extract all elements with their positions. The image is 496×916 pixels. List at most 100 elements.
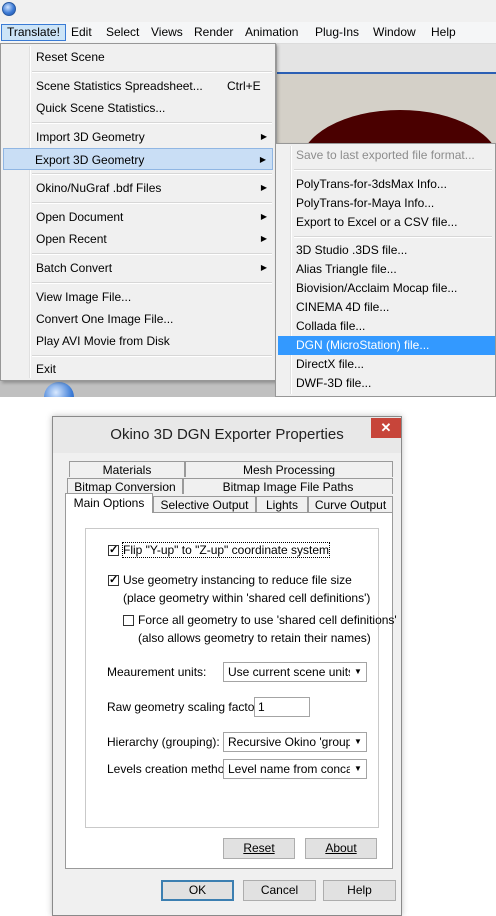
menu-translate[interactable]: Translate! — [1, 24, 66, 41]
menu-item-export-3d[interactable]: Export 3D Geometry ▶ — [3, 148, 273, 170]
shortcut-label: Ctrl+E — [227, 79, 261, 93]
toolbar-strip — [277, 44, 496, 73]
menu-item-label: Export to Excel or a CSV file... — [296, 215, 458, 229]
menu-item-import-3d[interactable]: Import 3D Geometry ▶ — [3, 126, 273, 148]
tab-selective-output[interactable]: Selective Output — [153, 496, 256, 512]
menu-item-batch-convert[interactable]: Batch Convert ▶ — [3, 257, 273, 279]
about-button[interactable]: About — [305, 838, 377, 859]
menu-item-label: CINEMA 4D file... — [296, 300, 390, 314]
hierarchy-label: Hierarchy (grouping): — [107, 735, 220, 749]
submenu-item-alias-triangle[interactable]: Alias Triangle file... — [278, 260, 495, 279]
units-label: Meaurement units: — [107, 665, 207, 679]
flip-yz-label[interactable]: Flip "Y-up" to "Z-up" coordinate system — [121, 542, 331, 558]
force-shared-note: (also allows geometry to retain their na… — [138, 631, 371, 645]
ok-button[interactable]: OK — [161, 880, 234, 901]
units-value: Use current scene units (i — [228, 665, 350, 679]
submenu-item-biovision[interactable]: Biovision/Acclaim Mocap file... — [278, 279, 495, 298]
instancing-checkbox[interactable] — [108, 573, 119, 586]
export-submenu: Save to last exported file format... Pol… — [275, 143, 496, 397]
menu-item-label: Exit — [36, 362, 57, 376]
menu-edit[interactable]: Edit — [66, 24, 97, 41]
units-select[interactable]: Use current scene units (i ▼ — [223, 662, 367, 682]
submenu-item-cinema4d[interactable]: CINEMA 4D file... — [278, 298, 495, 317]
menu-item-label: Alias Triangle file... — [296, 262, 397, 276]
menu-item-view-image[interactable]: View Image File... — [3, 286, 273, 308]
menu-separator — [32, 282, 272, 284]
submenu-item-polytrans-3dsmax[interactable]: PolyTrans-for-3dsMax Info... — [278, 175, 495, 194]
submenu-item-3ds[interactable]: 3D Studio .3DS file... — [278, 241, 495, 260]
menu-item-open-recent[interactable]: Open Recent ▶ — [3, 228, 273, 250]
menubar: Translate! Edit Select Views Render Anim… — [0, 22, 496, 44]
instancing-label[interactable]: Use geometry instancing to reduce file s… — [123, 573, 352, 587]
submenu-item-collada[interactable]: Collada file... — [278, 317, 495, 336]
reset-button[interactable]: Reset — [223, 838, 295, 859]
menu-item-reset-scene[interactable]: Reset Scene — [3, 46, 273, 68]
menu-item-label: Save to last exported file format... — [296, 148, 475, 162]
dgn-exporter-dialog: Okino 3D DGN Exporter Properties ✕ Mater… — [52, 416, 402, 916]
submenu-item-polytrans-maya[interactable]: PolyTrans-for-Maya Info... — [278, 194, 495, 213]
dialog-title: Okino 3D DGN Exporter Properties — [110, 426, 344, 443]
tab-bitmap-paths[interactable]: Bitmap Image File Paths — [183, 478, 393, 494]
tab-curve-output[interactable]: Curve Output — [308, 496, 393, 512]
menu-separator — [32, 355, 272, 357]
menu-item-play-avi[interactable]: Play AVI Movie from Disk — [3, 330, 273, 352]
cancel-button[interactable]: Cancel — [243, 880, 316, 901]
menu-item-label: PolyTrans-for-Maya Info... — [296, 196, 435, 210]
hierarchy-select[interactable]: Recursive Okino 'groupin ▼ — [223, 732, 367, 752]
submenu-item-dwf3d[interactable]: DWF-3D file... — [278, 374, 495, 393]
submenu-item-export-excel[interactable]: Export to Excel or a CSV file... — [278, 213, 495, 232]
menu-item-convert-image[interactable]: Convert One Image File... — [3, 308, 273, 330]
menu-item-label: Open Document — [36, 210, 124, 224]
menu-views[interactable]: Views — [146, 24, 188, 41]
menu-plugins[interactable]: Plug-Ins — [310, 24, 364, 41]
hierarchy-value: Recursive Okino 'groupin — [228, 735, 350, 749]
menu-item-open-document[interactable]: Open Document ▶ — [3, 206, 273, 228]
menu-separator — [294, 169, 492, 171]
chevron-down-icon: ▼ — [354, 764, 362, 773]
scaling-input[interactable]: 1 — [254, 697, 310, 717]
menu-separator — [32, 253, 272, 255]
tab-lights[interactable]: Lights — [256, 496, 308, 512]
menu-select[interactable]: Select — [101, 24, 144, 41]
menu-help[interactable]: Help — [426, 24, 461, 41]
menu-item-label: DGN (MicroStation) file... — [296, 338, 430, 352]
menu-item-scene-stats-spreadsheet[interactable]: Scene Statistics Spreadsheet... Ctrl+E — [3, 75, 273, 97]
menu-item-label: Scene Statistics Spreadsheet... — [36, 79, 203, 93]
title-bar — [0, 0, 496, 20]
force-shared-label[interactable]: Force all geometry to use 'shared cell d… — [138, 613, 397, 627]
menu-item-label: View Image File... — [36, 290, 132, 304]
levels-value: Level name from concate — [228, 762, 350, 776]
menu-separator — [32, 71, 272, 73]
menu-item-okino-bdf[interactable]: Okino/NuGraf .bdf Files ▶ — [3, 177, 273, 199]
submenu-arrow-icon: ▶ — [260, 263, 267, 272]
force-shared-checkbox[interactable] — [123, 615, 134, 626]
levels-label: Levels creation method: — [107, 762, 235, 776]
chevron-down-icon: ▼ — [354, 667, 362, 676]
about-button-label: About — [325, 841, 357, 855]
translate-menu: Reset Scene Scene Statistics Spreadsheet… — [0, 43, 276, 381]
levels-select[interactable]: Level name from concate ▼ — [223, 759, 367, 779]
menu-item-label: DWF-3D file... — [296, 376, 372, 390]
menu-animation[interactable]: Animation — [240, 24, 303, 41]
tab-materials[interactable]: Materials — [69, 461, 185, 477]
menu-item-quick-scene-stats[interactable]: Quick Scene Statistics... — [3, 97, 273, 119]
tab-main-options[interactable]: Main Options — [65, 493, 153, 513]
tab-mesh-processing[interactable]: Mesh Processing — [185, 461, 393, 477]
submenu-item-directx[interactable]: DirectX file... — [278, 355, 495, 374]
submenu-item-dgn[interactable]: DGN (MicroStation) file... — [278, 336, 495, 355]
help-button[interactable]: Help — [323, 880, 396, 901]
menu-item-label: 3D Studio .3DS file... — [296, 243, 408, 257]
menu-item-label: Open Recent — [36, 232, 107, 246]
flip-yz-checkbox[interactable] — [108, 543, 119, 556]
submenu-arrow-icon: ▶ — [259, 155, 266, 164]
menu-item-exit[interactable]: Exit — [3, 358, 273, 380]
close-icon[interactable]: ✕ — [371, 418, 401, 438]
menu-render[interactable]: Render — [189, 24, 238, 41]
menu-separator — [294, 236, 492, 238]
menu-separator — [32, 173, 272, 175]
submenu-arrow-icon: ▶ — [260, 212, 267, 221]
tab-bitmap-conversion[interactable]: Bitmap Conversion — [67, 478, 183, 494]
menu-item-label: Biovision/Acclaim Mocap file... — [296, 281, 458, 295]
menu-item-label: Batch Convert — [36, 261, 113, 275]
menu-window[interactable]: Window — [368, 24, 421, 41]
